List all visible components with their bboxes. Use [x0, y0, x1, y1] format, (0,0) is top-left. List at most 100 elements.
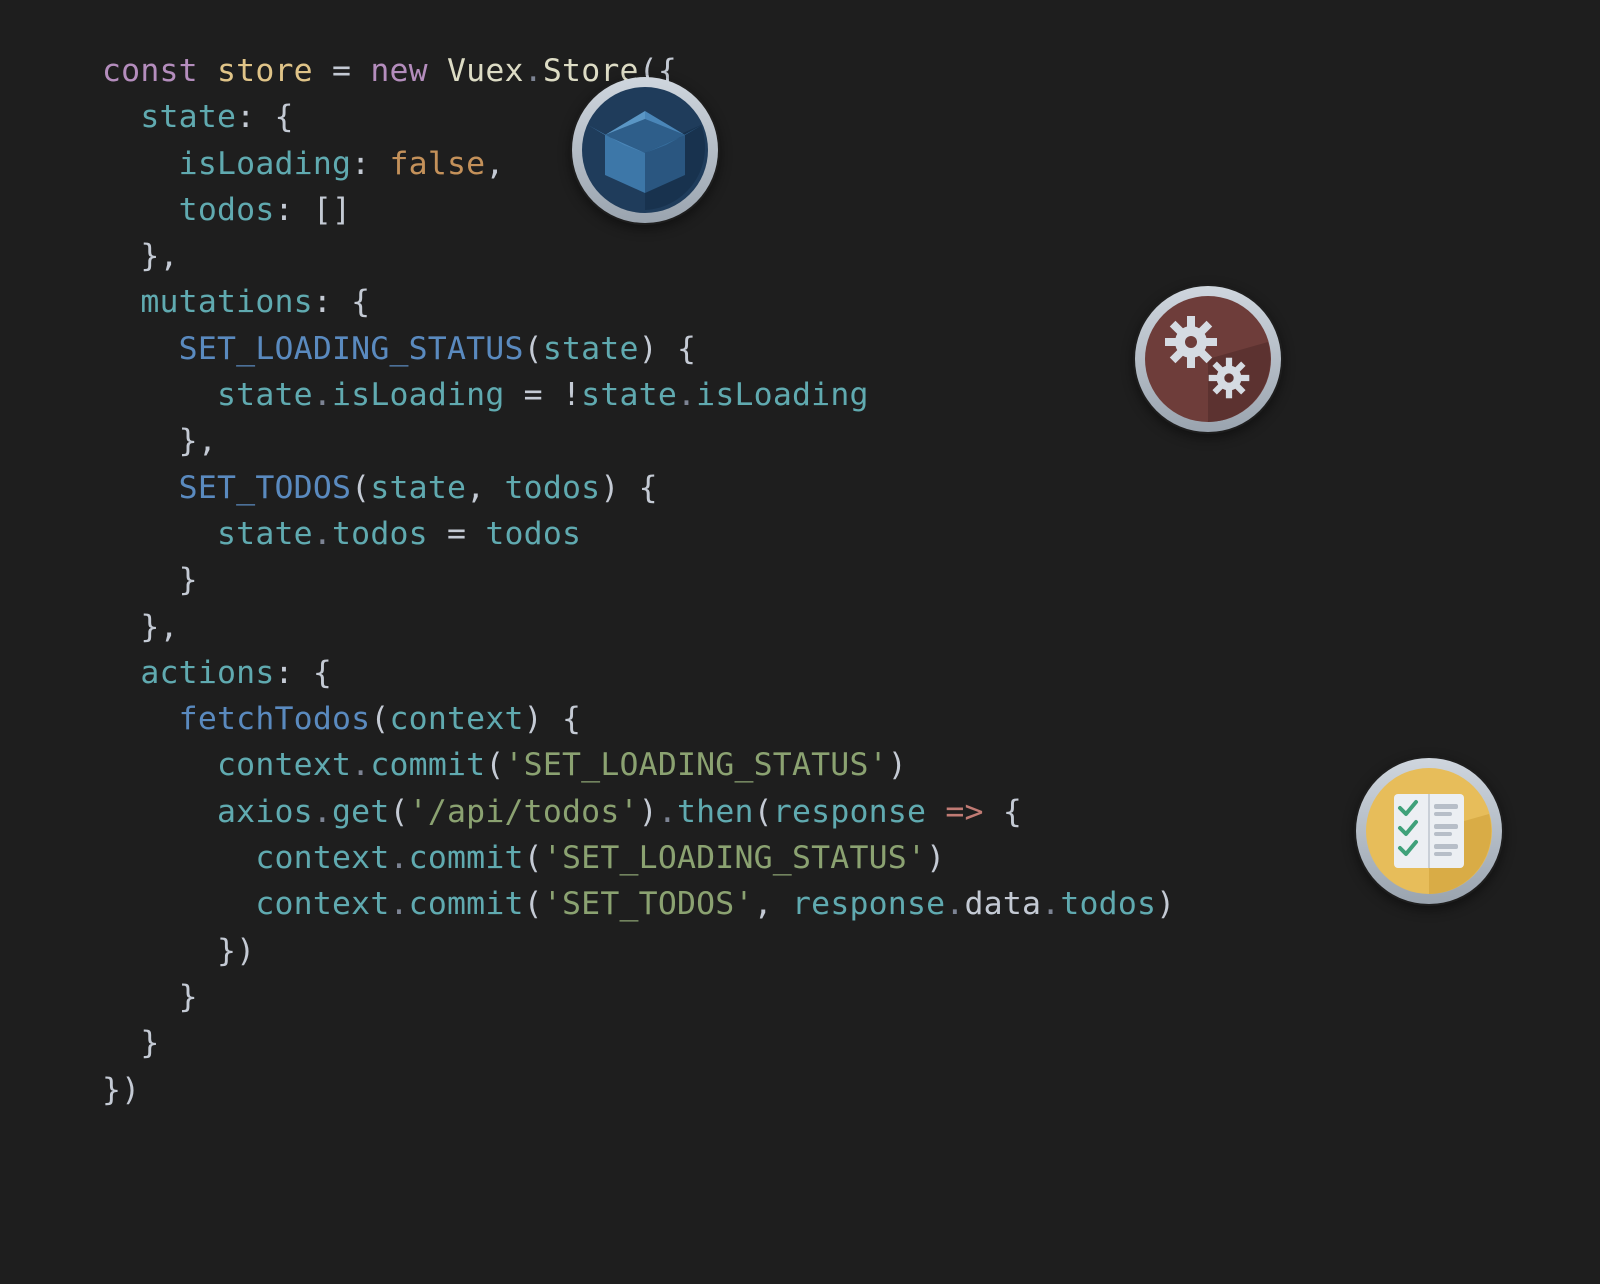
box-icon — [570, 75, 720, 225]
ident-data: data — [964, 886, 1041, 922]
mutations-badge — [1133, 284, 1283, 434]
checklist-icon — [1354, 756, 1504, 906]
keyword-new: new — [370, 53, 428, 89]
close-brace: } — [179, 979, 198, 1015]
close-paren: ) — [1156, 886, 1175, 922]
ident-todos: todos — [332, 516, 428, 552]
prop-todos: todos — [179, 192, 275, 228]
str-set-todos: 'SET_TODOS' — [543, 886, 754, 922]
close-paren: ) — [926, 840, 945, 876]
var-store: store — [217, 53, 313, 89]
literal-false: false — [390, 146, 486, 182]
code-slide: const store = new Vuex.Store({ state: { … — [0, 0, 1600, 1284]
op-eq: = — [332, 53, 351, 89]
arg-todos: todos — [505, 470, 601, 506]
dot: . — [389, 840, 408, 876]
open-paren: ( — [485, 747, 504, 783]
comma: , — [466, 470, 485, 506]
comma: , — [754, 886, 773, 922]
empty-array: [] — [313, 192, 351, 228]
dot: . — [313, 794, 332, 830]
open-brace: { — [562, 701, 581, 737]
method-then: then — [677, 794, 754, 830]
ident-context: context — [217, 747, 351, 783]
comma: , — [485, 146, 504, 182]
ident-todos: todos — [1060, 886, 1156, 922]
keyword-const: const — [102, 53, 198, 89]
colon: : — [313, 284, 332, 320]
fn-set-loading: SET_LOADING_STATUS — [179, 331, 524, 367]
dot: . — [524, 53, 543, 89]
close-paren: ) — [888, 747, 907, 783]
method-get: get — [332, 794, 390, 830]
open-paren: ( — [351, 470, 370, 506]
prop-state: state — [140, 99, 236, 135]
open-paren: ( — [370, 701, 389, 737]
close-call: }) — [217, 933, 255, 969]
dot: . — [351, 747, 370, 783]
arg-state: state — [370, 470, 466, 506]
arg-response: response — [773, 794, 926, 830]
gears-icon — [1133, 284, 1283, 434]
arrow: => — [945, 794, 983, 830]
op-eq: = — [524, 377, 543, 413]
ident-state: state — [217, 516, 313, 552]
close-brace: } — [179, 423, 198, 459]
op-bang: ! — [562, 377, 581, 413]
dot: . — [389, 886, 408, 922]
close-paren: ) — [639, 794, 658, 830]
open-brace: { — [351, 284, 370, 320]
prop-mutations: mutations — [140, 284, 312, 320]
open-paren: ( — [524, 840, 543, 876]
dot: . — [658, 794, 677, 830]
str-set-loading: 'SET_LOADING_STATUS' — [505, 747, 888, 783]
colon: : — [275, 655, 294, 691]
class-vuex: Vuex — [447, 53, 524, 89]
ident-state: state — [581, 377, 677, 413]
str-api: '/api/todos' — [409, 794, 639, 830]
fn-set-todos: SET_TODOS — [179, 470, 351, 506]
dot: . — [313, 516, 332, 552]
open-brace: { — [275, 99, 294, 135]
ident-todos: todos — [485, 516, 581, 552]
op-eq: = — [447, 516, 466, 552]
colon: : — [236, 99, 255, 135]
str-set-loading: 'SET_LOADING_STATUS' — [543, 840, 926, 876]
ident-response: response — [792, 886, 945, 922]
method-commit: commit — [409, 886, 524, 922]
dot: . — [945, 886, 964, 922]
open-paren: ( — [524, 331, 543, 367]
close-paren: ) — [639, 331, 658, 367]
state-badge — [570, 75, 720, 225]
dot: . — [313, 377, 332, 413]
open-paren: ( — [754, 794, 773, 830]
comma: , — [198, 423, 217, 459]
prop-actions: actions — [140, 655, 274, 691]
ident-context: context — [255, 840, 389, 876]
colon: : — [275, 192, 294, 228]
close-brace: } — [140, 238, 159, 274]
method-commit: commit — [370, 747, 485, 783]
actions-badge — [1354, 756, 1504, 906]
open-brace: { — [639, 470, 658, 506]
comma: , — [160, 238, 179, 274]
ident-context: context — [255, 886, 389, 922]
ident-isloading: isLoading — [696, 377, 868, 413]
close-paren: ) — [524, 701, 543, 737]
ident-axios: axios — [217, 794, 313, 830]
ident-isloading: isLoading — [332, 377, 504, 413]
method-commit: commit — [409, 840, 524, 876]
ident-state: state — [217, 377, 313, 413]
open-brace: { — [677, 331, 696, 367]
arg-state: state — [543, 331, 639, 367]
arg-context: context — [390, 701, 524, 737]
close-brace: } — [140, 1025, 159, 1061]
open-paren: ( — [524, 886, 543, 922]
fn-fetchtodos: fetchTodos — [179, 701, 371, 737]
open-brace: { — [313, 655, 332, 691]
dot: . — [1041, 886, 1060, 922]
dot: . — [677, 377, 696, 413]
close-brace: } — [140, 609, 159, 645]
close-paren: ) — [600, 470, 619, 506]
open-brace: { — [1003, 794, 1022, 830]
